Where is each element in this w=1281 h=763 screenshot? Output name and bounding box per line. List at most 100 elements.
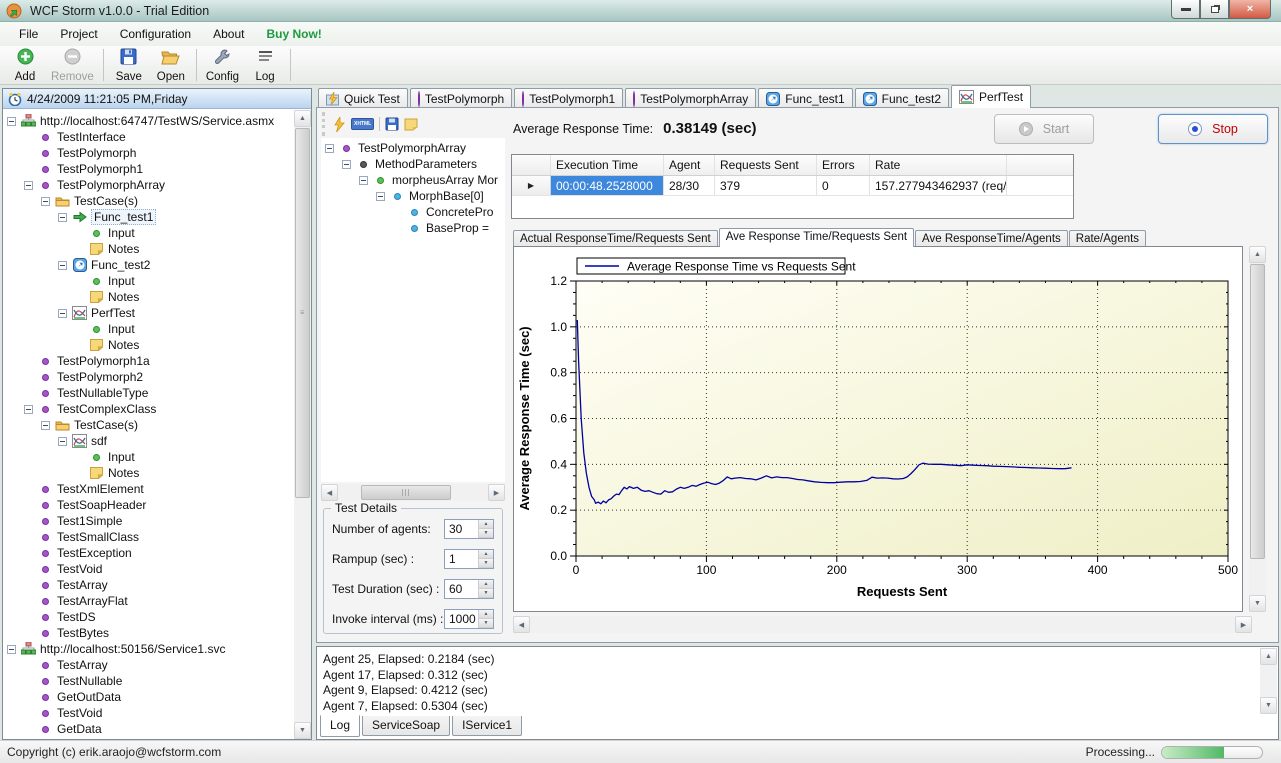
tree-item-input[interactable]: Input <box>3 449 294 465</box>
scroll-right-icon[interactable]: ▶ <box>1235 616 1252 633</box>
invoke-interval-ms-stepper[interactable]: 1000▲▼ <box>444 609 494 629</box>
spin-up-icon[interactable]: ▲ <box>479 580 493 589</box>
open-button[interactable]: Open <box>150 46 192 84</box>
tree-item-baseprop[interactable]: BaseProp = <box>321 220 505 236</box>
tree-item-testcase-s[interactable]: TestCase(s) <box>3 193 294 209</box>
tree-item-notes[interactable]: Notes <box>3 465 294 481</box>
tree-item-http-localhost-64747-testws-service-asmx[interactable]: http://localhost:64747/TestWS/Service.as… <box>3 113 294 129</box>
close-button[interactable]: × <box>1229 0 1271 19</box>
tree-item-testarray[interactable]: TestArray <box>3 577 294 593</box>
add-button[interactable]: Add <box>4 46 46 84</box>
tree-item-testsoapheader[interactable]: TestSoapHeader <box>3 497 294 513</box>
minimize-button[interactable] <box>1171 0 1200 19</box>
collapse-toggle-icon[interactable] <box>41 421 50 430</box>
scroll-right-icon[interactable]: ▶ <box>488 484 505 501</box>
log-button[interactable]: Log <box>244 46 286 84</box>
result-tab-ave-response-time-requests-sent[interactable]: Ave Response Time/Requests Sent <box>719 228 914 247</box>
tree-item-testcomplexclass[interactable]: TestComplexClass <box>3 401 294 417</box>
notes-toolbar-icon[interactable] <box>404 117 418 131</box>
tree-item-concretepro[interactable]: ConcretePro <box>321 204 505 220</box>
collapse-toggle-icon[interactable] <box>24 181 33 190</box>
invoke-icon[interactable] <box>333 117 346 132</box>
tree-item-testarray[interactable]: TestArray <box>3 657 294 673</box>
tree-item-input[interactable]: Input <box>3 321 294 337</box>
tree-item-sdf[interactable]: sdf <box>3 433 294 449</box>
scroll-left-icon[interactable]: ◀ <box>321 484 338 501</box>
tree-item-notes[interactable]: Notes <box>3 337 294 353</box>
tree-item-getoutdata[interactable]: GetOutData <box>3 689 294 705</box>
test-duration-sec-stepper[interactable]: 60▲▼ <box>444 579 494 599</box>
scroll-down-icon[interactable]: ▼ <box>1249 595 1266 612</box>
tree-item-testvoid[interactable]: TestVoid <box>3 705 294 721</box>
tree-item-test1simple[interactable]: Test1Simple <box>3 513 294 529</box>
spin-down-icon[interactable]: ▼ <box>479 619 493 628</box>
tree-item-func-test1[interactable]: Func_test1 <box>3 209 294 225</box>
tree-item-input[interactable]: Input <box>3 225 294 241</box>
tree-item-testnullable[interactable]: TestNullable <box>3 673 294 689</box>
tree-item-testpolymorph1a[interactable]: TestPolymorph1a <box>3 353 294 369</box>
collapse-toggle-icon[interactable] <box>342 160 351 169</box>
collapse-toggle-icon[interactable] <box>58 213 67 222</box>
chart-hscrollbar[interactable]: ◀ ▶ <box>513 616 1252 633</box>
log-output[interactable]: Agent 25, Elapsed: 0.2184 (sec)Agent 17,… <box>323 652 1256 713</box>
grid-cell-rate[interactable]: 157.277943462937 (req/min) <box>870 176 1007 195</box>
config-button[interactable]: Config <box>201 46 244 84</box>
tree-item-testxmlelement[interactable]: TestXmlElement <box>3 481 294 497</box>
scroll-down-icon[interactable]: ▼ <box>1260 697 1277 714</box>
grid-cell-requests-sent[interactable]: 379 <box>715 176 817 195</box>
menu-item-project[interactable]: Project <box>49 22 108 46</box>
scroll-up-icon[interactable]: ▲ <box>1249 246 1266 263</box>
tree-item-testpolymorpharray[interactable]: TestPolymorphArray <box>3 177 294 193</box>
tree-item-perftest[interactable]: PerfTest <box>3 305 294 321</box>
chart-vscrollbar[interactable]: ▲ ▼ <box>1249 246 1266 612</box>
spin-down-icon[interactable]: ▼ <box>479 559 493 568</box>
tree-item-testinterface[interactable]: TestInterface <box>3 129 294 145</box>
collapse-toggle-icon[interactable] <box>58 261 67 270</box>
spin-up-icon[interactable]: ▲ <box>479 520 493 529</box>
number-of-agents-stepper[interactable]: 30▲▼ <box>444 519 494 539</box>
rampup-sec-stepper[interactable]: 1▲▼ <box>444 549 494 569</box>
tree-item-testvoid[interactable]: TestVoid <box>3 561 294 577</box>
tree-item-testpolymorph1[interactable]: TestPolymorph1 <box>3 161 294 177</box>
tree-item-testexception[interactable]: TestException <box>3 545 294 561</box>
scroll-down-icon[interactable]: ▼ <box>294 722 311 739</box>
result-tab-ave-responsetime-agents[interactable]: Ave ResponseTime/Agents <box>915 230 1068 247</box>
xml-view-icon[interactable]: XHTML <box>351 118 374 130</box>
collapse-toggle-icon[interactable] <box>24 405 33 414</box>
collapse-toggle-icon[interactable] <box>7 117 16 126</box>
tab-perftest[interactable]: PerfTest <box>951 85 1031 108</box>
tree-item-testpolymorph[interactable]: TestPolymorph <box>3 145 294 161</box>
menu-item-configuration[interactable]: Configuration <box>109 22 202 46</box>
log-tab-servicesoap[interactable]: ServiceSoap <box>362 716 450 736</box>
tree-item-notes[interactable]: Notes <box>3 289 294 305</box>
column-header-execution-time[interactable]: Execution Time <box>551 155 664 175</box>
tree-item-input[interactable]: Input <box>3 273 294 289</box>
remove-button[interactable]: Remove <box>46 46 99 84</box>
menu-item-about[interactable]: About <box>202 22 255 46</box>
tree-item-testpolymorpharray[interactable]: TestPolymorphArray <box>321 140 505 156</box>
result-tab-rate-agents[interactable]: Rate/Agents <box>1069 230 1146 247</box>
column-header-requests-sent[interactable]: Requests Sent <box>715 155 817 175</box>
column-header-errors[interactable]: Errors <box>817 155 870 175</box>
tree-item-testds[interactable]: TestDS <box>3 609 294 625</box>
tree-item-morpheusarray-mor[interactable]: morpheusArray Mor <box>321 172 505 188</box>
menu-item-buy-now[interactable]: Buy Now! <box>255 22 332 46</box>
row-selector-icon[interactable]: ▶ <box>512 176 551 195</box>
tree-item-testsmallclass[interactable]: TestSmallClass <box>3 529 294 545</box>
restore-button[interactable] <box>1200 0 1229 19</box>
scroll-up-icon[interactable]: ▲ <box>294 110 311 127</box>
collapse-toggle-icon[interactable] <box>58 309 67 318</box>
collapse-toggle-icon[interactable] <box>7 645 16 654</box>
tree-item-testnullabletype[interactable]: TestNullableType <box>3 385 294 401</box>
log-vscrollbar[interactable]: ▲ ▼ <box>1260 648 1277 714</box>
grid-cell-execution-time[interactable]: 00:00:48.2528000 <box>551 176 664 195</box>
grid-row[interactable]: ▶00:00:48.252800028/303790157.2779434629… <box>512 176 1073 196</box>
spin-down-icon[interactable]: ▼ <box>479 529 493 538</box>
stop-button[interactable]: Stop <box>1158 114 1268 144</box>
tree-item-getdata[interactable]: GetData <box>3 721 294 737</box>
tab-testpolymorph[interactable]: TestPolymorph <box>410 88 512 108</box>
tab-func-test2[interactable]: Func_test2 <box>855 88 949 108</box>
tree-item-morphbase-0[interactable]: MorphBase[0] <box>321 188 505 204</box>
tree-item-testbytes[interactable]: TestBytes <box>3 625 294 641</box>
save-button[interactable]: Save <box>108 46 150 84</box>
